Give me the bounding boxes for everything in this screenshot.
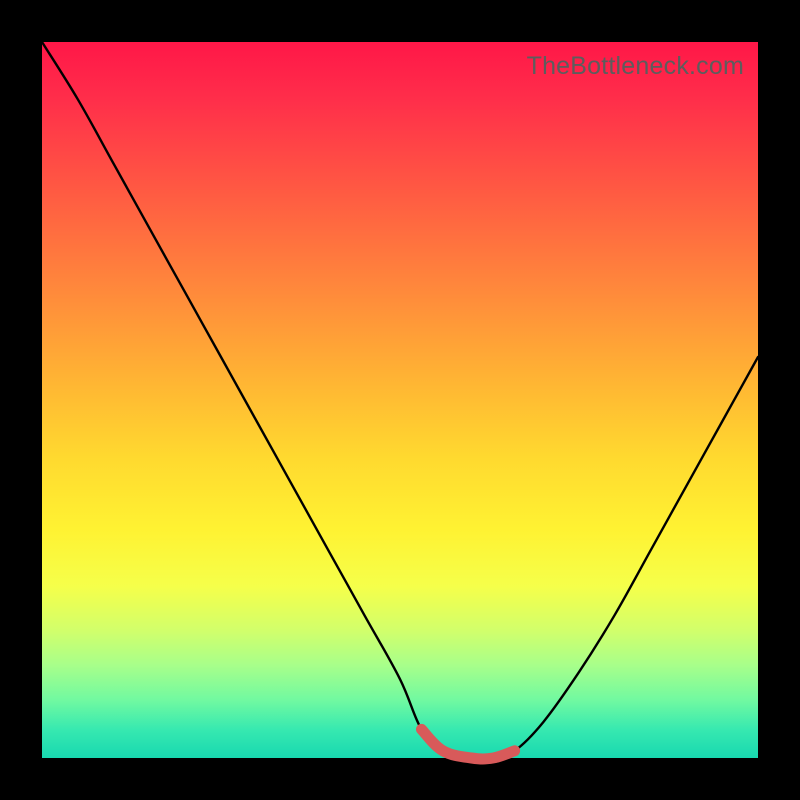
curve-layer	[42, 42, 758, 758]
optimal-range-highlight	[422, 729, 515, 759]
chart-frame: TheBottleneck.com	[0, 0, 800, 800]
plot-area: TheBottleneck.com	[42, 42, 758, 758]
bottleneck-curve	[42, 42, 758, 759]
